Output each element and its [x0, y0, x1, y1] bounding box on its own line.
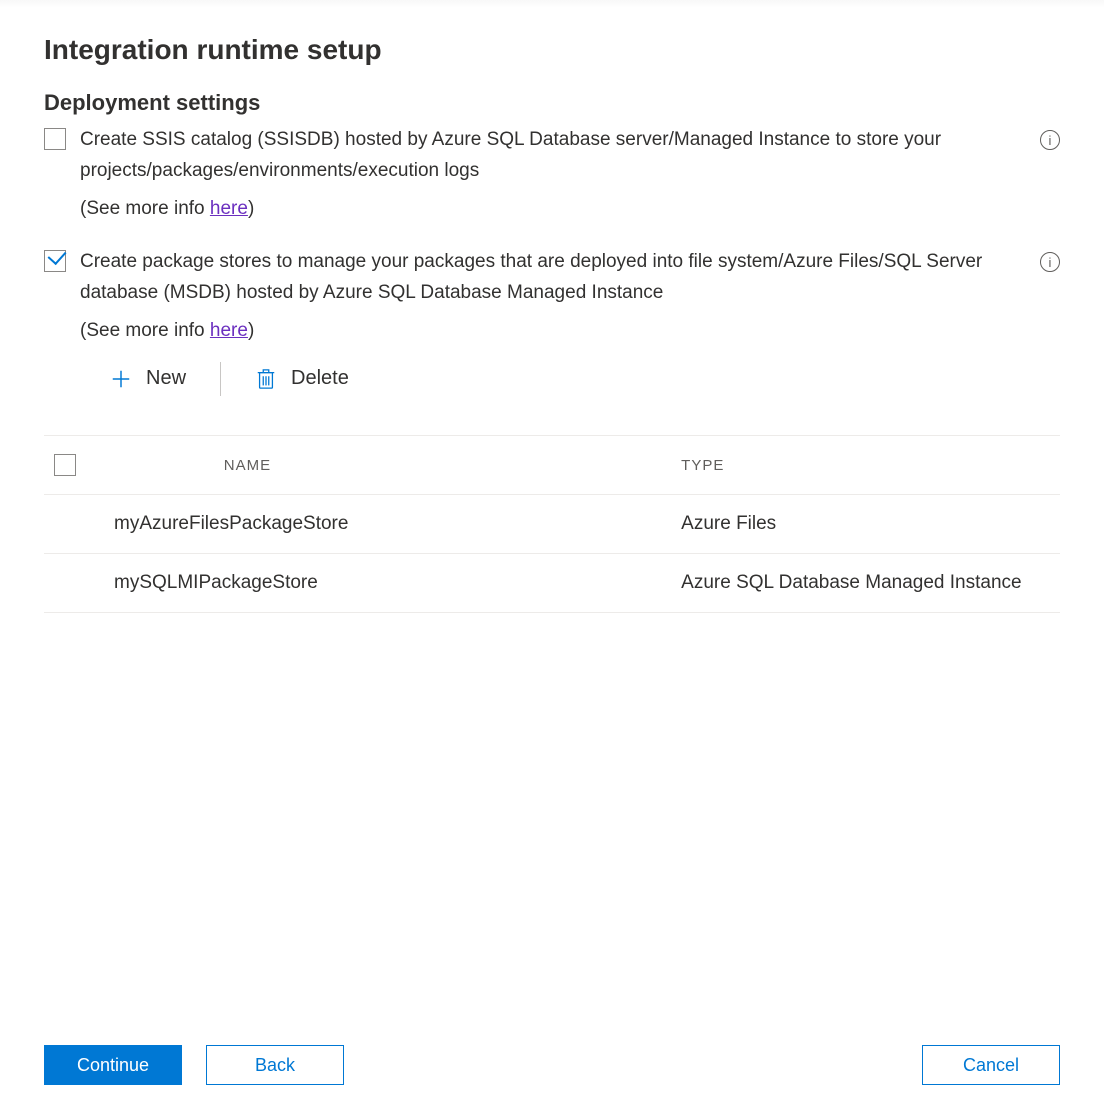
table-cell-name: mySQLMIPackageStore — [44, 554, 681, 613]
table-row[interactable]: myAzureFilesPackageStore Azure Files — [44, 495, 1060, 554]
ssisdb-see-more-suffix: ) — [248, 198, 254, 219]
package-stores-text: Create package stores to manage your pac… — [80, 246, 1024, 413]
package-stores-see-more-suffix: ) — [248, 320, 254, 341]
toolbar: New Delete — [102, 358, 1024, 399]
info-icon[interactable]: i — [1040, 252, 1060, 272]
new-button[interactable]: New — [102, 358, 194, 399]
footer: Continue Back Cancel — [44, 1021, 1060, 1119]
ssisdb-see-more: (See more info here) — [80, 193, 1024, 224]
table-cell-name: myAzureFilesPackageStore — [44, 495, 681, 554]
continue-button[interactable]: Continue — [44, 1045, 182, 1085]
table-header-name[interactable]: NAME — [214, 436, 681, 495]
table-row[interactable]: mySQLMIPackageStore Azure SQL Database M… — [44, 554, 1060, 613]
ssisdb-checkbox[interactable] — [44, 128, 66, 150]
ssisdb-text: Create SSIS catalog (SSISDB) hosted by A… — [80, 124, 1024, 224]
delete-button-label: Delete — [291, 362, 349, 395]
select-all-checkbox[interactable] — [54, 454, 76, 476]
page-title: Integration runtime setup — [44, 34, 1060, 66]
table-header-type[interactable]: TYPE — [681, 436, 1060, 495]
package-stores-see-more-link[interactable]: here — [210, 320, 248, 341]
cancel-button[interactable]: Cancel — [922, 1045, 1060, 1085]
table-cell-type: Azure SQL Database Managed Instance — [681, 554, 1060, 613]
package-stores-label: Create package stores to manage your pac… — [80, 251, 982, 303]
table-header-select — [44, 436, 214, 495]
option-package-stores: Create package stores to manage your pac… — [44, 246, 1060, 413]
plus-icon — [110, 368, 132, 390]
package-stores-table: NAME TYPE myAzureFilesPackageStore Azure… — [44, 435, 1060, 613]
package-stores-see-more: (See more info here) — [80, 315, 1024, 346]
ssisdb-see-more-link[interactable]: here — [210, 198, 248, 219]
toolbar-separator — [220, 362, 221, 396]
ssisdb-label: Create SSIS catalog (SSISDB) hosted by A… — [80, 129, 941, 181]
info-icon[interactable]: i — [1040, 130, 1060, 150]
delete-button[interactable]: Delete — [247, 358, 357, 399]
package-stores-checkbox[interactable] — [44, 250, 66, 272]
package-stores-see-more-prefix: (See more info — [80, 320, 210, 341]
trash-icon — [255, 367, 277, 391]
new-button-label: New — [146, 362, 186, 395]
ssisdb-see-more-prefix: (See more info — [80, 198, 210, 219]
option-ssisdb: Create SSIS catalog (SSISDB) hosted by A… — [44, 124, 1060, 224]
back-button[interactable]: Back — [206, 1045, 344, 1085]
table-cell-type: Azure Files — [681, 495, 1060, 554]
section-title: Deployment settings — [44, 90, 1060, 116]
